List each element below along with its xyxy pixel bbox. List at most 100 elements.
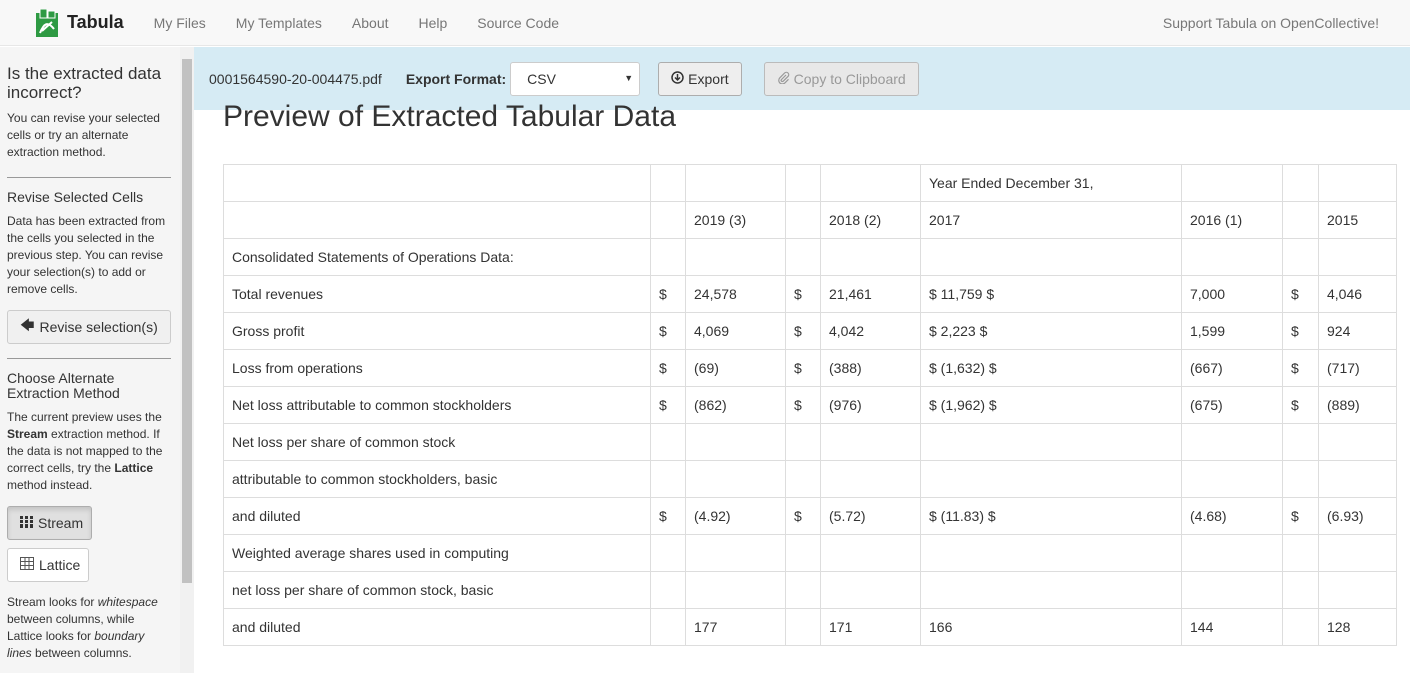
table-cell: $ 11,759 $ [920,275,1182,313]
table-cell [685,460,786,498]
table-cell: $ [650,275,686,313]
table-cell [685,571,786,609]
nav-my-templates[interactable]: My Templates [236,15,322,31]
table-cell: 177 [685,608,786,646]
sidebar-scrollbar[interactable] [180,47,194,673]
nav-help[interactable]: Help [419,15,448,31]
nav-source-code[interactable]: Source Code [477,15,559,31]
table-cell: Weighted average shares used in computin… [223,534,651,572]
table-cell [1181,534,1283,572]
sidebar-title: Is the extracted data incorrect? [7,64,162,102]
table-cell: Gross profit [223,312,651,350]
copy-to-clipboard-button[interactable]: Copy to Clipboard [763,61,919,96]
table-cell [650,238,686,276]
table-cell: 1,599 [1181,312,1283,350]
nav-about[interactable]: About [352,15,389,31]
support-link[interactable]: Support Tabula on OpenCollective! [1163,15,1379,31]
table-row: attributable to common stockholders, bas… [223,460,1397,498]
table-cell: $ [650,349,686,387]
method-heading: Choose Alternate Extraction Method [7,370,120,401]
table-cell: (388) [820,349,921,387]
table-cell: Loss from operations [223,349,651,387]
stream-label: Stream [38,515,84,531]
columns-icon [20,515,33,531]
table-cell: (976) [820,386,921,424]
table-cell: $ (1,962) $ [920,386,1182,424]
revise-selection-button[interactable]: 🡄 Revise selection(s) [7,310,171,344]
table-cell [1282,201,1319,239]
table-cell: 4,046 [1318,275,1397,313]
table-cell [1282,460,1319,498]
table-cell: (862) [685,386,786,424]
filename: 0001564590-20-004475.pdf [209,70,382,87]
table-row: Total revenues $24,578 $21,461 $ 11,759 $7,… [223,275,1397,313]
table-cell: 24,578 [685,275,786,313]
table-cell [650,608,686,646]
table-cell: $ [785,386,821,424]
table-cell: $ [1282,275,1319,313]
table-cell: $ [1282,312,1319,350]
export-format-select[interactable]: CSV ▼ [510,61,641,96]
table-cell: (6.93) [1318,497,1397,535]
divider [7,358,171,359]
stream-button[interactable]: Stream [7,506,93,540]
divider [7,177,171,178]
table-row: 2019 (3) 2018 (2) 2017 2016 (1) 2015 [223,201,1397,239]
table-cell: $ [785,349,821,387]
table-cell [1318,164,1397,202]
lattice-label: Lattice [39,557,81,573]
table-cell: (4.68) [1181,497,1283,535]
table-cell [1181,571,1283,609]
paperclip-icon [777,71,790,87]
table-cell [920,423,1182,461]
table-cell [785,238,821,276]
table-row: net loss per share of common stock, basi… [223,571,1397,609]
table-cell: $ [1282,349,1319,387]
table-cell [1181,164,1283,202]
download-circle-icon [671,70,684,87]
top-navbar: Tabula My Files My Templates About Help … [0,0,1410,46]
table-cell [650,460,686,498]
table-cell: Consolidated Statements of Operations Da… [223,238,651,276]
export-label: Export [688,70,729,87]
table-cell [650,423,686,461]
table-row: Weighted average shares used in computin… [223,534,1397,572]
nav-my-files[interactable]: My Files [154,15,206,31]
lattice-button[interactable]: Lattice [7,548,90,582]
export-format-value: CSV [527,70,556,87]
table-cell: net loss per share of common stock, basi… [223,571,651,609]
table-cell [1282,534,1319,572]
table-cell: 2016 (1) [1181,201,1283,239]
table-cell: (717) [1318,349,1397,387]
table-cell [785,460,821,498]
table-cell: $ (11.83) $ [920,497,1182,535]
table-cell [820,238,921,276]
table-cell: 171 [820,608,921,646]
table-cell: Total revenues [223,275,651,313]
table-cell [820,460,921,498]
table-cell: 2017 [920,201,1182,239]
table-cell: 4,042 [820,312,921,350]
table-cell: 21,461 [820,275,921,313]
table-cell: $ [1282,386,1319,424]
table-row: Gross profit $4,069 $4,042 $ 2,223 $1,599 $9… [223,312,1397,350]
brand[interactable]: Tabula [36,8,124,37]
table-cell [820,571,921,609]
table-cell [650,534,686,572]
scrollbar-thumb[interactable] [182,59,192,583]
export-button[interactable]: Export [658,61,742,96]
table-cell [1282,238,1319,276]
table-cell: (4.92) [685,497,786,535]
caret-down-icon: ▼ [624,72,634,83]
table-cell: 2018 (2) [820,201,921,239]
table-cell: attributable to common stockholders, bas… [223,460,651,498]
table-cell [223,164,651,202]
table-cell [785,608,821,646]
table-cell [685,534,786,572]
table-row: Consolidated Statements of Operations Da… [223,238,1397,276]
page-title: Preview of Extracted Tabular Data [223,100,677,133]
table-cell [1318,423,1397,461]
table-cell [685,423,786,461]
export-format-label: Export Format: [405,70,507,87]
table-cell [1181,460,1283,498]
